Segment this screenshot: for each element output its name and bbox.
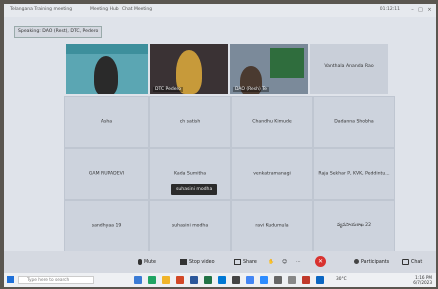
app-icon[interactable]	[316, 276, 324, 284]
video-tile-4[interactable]: Vanthala Ananda Rao	[310, 44, 388, 94]
participant-name: suhasini modha	[171, 223, 209, 229]
meeting-controls: Mute Stop video Share ✋ ☺ ⋯ ✕ Participan…	[4, 251, 436, 273]
participant-tile[interactable]: Chandhu Kimude	[231, 96, 313, 148]
video-tile-2[interactable]: DTC Pedero	[150, 44, 228, 94]
video-tile-name: Vanthala Ananda Rao	[324, 64, 374, 69]
office-app-icon[interactable]	[176, 276, 184, 284]
video-tile-1[interactable]	[66, 44, 148, 94]
participant-name: Raja Sekhar P, KVK, Peddintu...	[318, 171, 390, 177]
video-tile-name: DTC Pedero	[153, 87, 183, 92]
mute-button[interactable]: Mute	[138, 258, 156, 267]
stop-video-label: Stop video	[189, 260, 215, 265]
zoom-app-icon[interactable]	[260, 276, 268, 284]
participant-name: Chandhu Kimude	[252, 119, 292, 125]
app-icon[interactable]	[274, 276, 282, 284]
smile-icon: ☺	[282, 260, 288, 265]
participant-tile[interactable]: Dadanna Shobha	[313, 96, 395, 148]
browser-tab-2[interactable]: Meeting Hub	[90, 7, 119, 15]
taskbar-search-input[interactable]: Type here to search	[18, 276, 94, 284]
video-tile-name: DAO (Resh) Te	[233, 87, 269, 92]
app-icon[interactable]	[288, 276, 296, 284]
participant-tile[interactable]: వ్యవసాయశాఖ 22	[313, 200, 395, 252]
title-bar: Telangana Training meeting Meeting Hub C…	[4, 4, 436, 17]
participant-tile[interactable]: GAM RUPADEVI	[64, 148, 149, 200]
participant-video	[94, 56, 118, 94]
participant-tile[interactable]: Raja Sekhar P, KVK, Peddintu...	[313, 148, 395, 200]
taskbar-date: 6/7/2023	[413, 280, 432, 285]
participant-tile[interactable]: ravi Kudumula	[231, 200, 313, 252]
participant-name: Kada Sumitha	[173, 171, 207, 177]
participant-tile[interactable]: venkatramanagi	[231, 148, 313, 200]
video-camera-icon	[180, 258, 187, 265]
share-screen-icon	[234, 258, 241, 265]
share-button[interactable]: Share	[234, 258, 257, 267]
participant-name: GAM RUPADEVI	[88, 171, 125, 177]
participant-name: ravi Kudumula	[255, 223, 289, 229]
participant-tile[interactable]: Asha	[64, 96, 149, 148]
participant-name: Dadanna Shobha	[334, 119, 374, 125]
browser-tab-1[interactable]: Telangana Training meeting	[10, 7, 72, 15]
more-icon: ⋯	[296, 260, 301, 265]
leave-icon: ✕	[317, 258, 324, 265]
participant-name: Asha	[100, 119, 113, 125]
participant-name: sandhyaa 19	[91, 223, 122, 229]
minimize-icon[interactable]: –	[409, 7, 416, 13]
system-tray[interactable]: 1:16 PM 6/7/2023	[413, 275, 432, 285]
banner	[270, 48, 304, 78]
participant-tile[interactable]: sandhyaa 19	[64, 200, 149, 252]
participant-name: వ్యవసాయశాఖ 22	[336, 223, 372, 228]
share-label: Share	[243, 260, 257, 265]
reactions-button[interactable]: ☺	[282, 258, 287, 267]
store-app-icon[interactable]	[232, 276, 240, 284]
maximize-icon[interactable]: □	[417, 7, 424, 13]
participant-tile[interactable]: suhasini modha	[149, 200, 231, 252]
name-tooltip: suhasini modha	[171, 184, 218, 195]
chat-label: Chat	[411, 260, 423, 265]
hand-icon: ✋	[268, 260, 274, 265]
leave-meeting-button[interactable]: ✕	[315, 256, 326, 267]
windows-start-icon[interactable]	[7, 276, 14, 283]
os-taskbar: Type here to search 30°C 1:16 PM 6/7/202…	[4, 273, 436, 287]
word-app-icon[interactable]	[190, 276, 198, 284]
mute-label: Mute	[144, 260, 157, 265]
meeting-timer: 01:12:11	[379, 7, 400, 12]
chrome-app-icon[interactable]	[246, 276, 254, 284]
mail-app-icon[interactable]	[218, 276, 226, 284]
more-options-button[interactable]: ⋯	[296, 258, 301, 267]
participant-name: ch satish	[179, 119, 201, 125]
chat-bubble-icon	[402, 258, 409, 265]
participants-label: Participants	[361, 260, 390, 265]
excel-app-icon[interactable]	[204, 276, 212, 284]
close-icon[interactable]: ×	[426, 7, 433, 13]
weather-readout: 30°C	[336, 277, 347, 282]
meeting-window: Telangana Training meeting Meeting Hub C…	[4, 4, 436, 287]
participants-button[interactable]: Participants	[354, 258, 389, 267]
video-tile-3[interactable]: DAO (Resh) Te	[230, 44, 308, 94]
participant-name: venkatramanagi	[253, 171, 291, 177]
raise-hand-button[interactable]: ✋	[268, 258, 274, 267]
task-view-icon[interactable]	[134, 276, 142, 284]
speaking-indicator: Speaking: DAO (Rest), DTC, Pedero	[14, 26, 103, 38]
edge-browser-icon[interactable]	[148, 276, 156, 284]
browser-tab-3[interactable]: Chat Meeting	[122, 7, 152, 15]
chat-button[interactable]: Chat	[402, 258, 422, 267]
banner	[66, 44, 148, 54]
participant-tile[interactable]: ch satish	[149, 96, 231, 148]
microphone-icon	[138, 258, 142, 265]
file-explorer-icon[interactable]	[162, 276, 170, 284]
stop-video-button[interactable]: Stop video	[180, 258, 215, 267]
app-icon[interactable]	[302, 276, 310, 284]
people-icon	[354, 259, 359, 264]
